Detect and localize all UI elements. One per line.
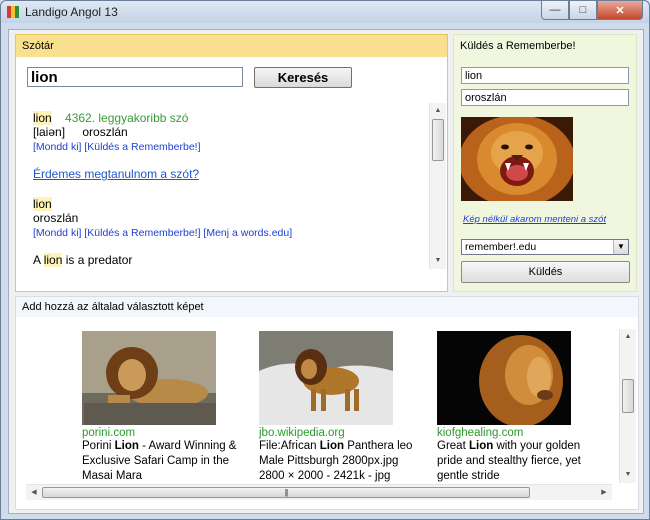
save-without-image-link[interactable]: Kép nélkül akarom menteni a szót bbox=[463, 214, 606, 225]
scroll-thumb[interactable] bbox=[432, 119, 444, 161]
lion-snow-image[interactable] bbox=[259, 331, 393, 425]
maximize-icon[interactable]: □ bbox=[569, 1, 597, 20]
learn-word-link[interactable]: Érdemes megtanulnom a szót? bbox=[33, 167, 199, 181]
window-title: Landigo Angol 13 bbox=[25, 5, 118, 19]
scroll-up-icon[interactable]: ▲ bbox=[430, 103, 446, 119]
image-card[interactable]: jbo.wikipedia.org File:African Lion Pant… bbox=[259, 331, 421, 484]
frequency-rank: 4362. leggyakoribb szó bbox=[65, 111, 189, 125]
example-sentence: A lion is a predator bbox=[33, 253, 133, 267]
scroll-down-icon[interactable]: ▼ bbox=[620, 467, 636, 483]
image-source[interactable]: kiofghealing.com bbox=[437, 427, 599, 439]
images-header: Add hozzá az általad választott képet bbox=[16, 297, 638, 317]
scroll-down-icon[interactable]: ▼ bbox=[430, 253, 446, 269]
send-button[interactable]: Küldés bbox=[461, 261, 630, 283]
image-description: Great Lion with your golden pride and st… bbox=[437, 440, 581, 482]
word-field[interactable]: lion bbox=[461, 67, 629, 84]
send-panel-header: Küldés a Rememberbe! bbox=[460, 40, 576, 52]
translation: oroszlán bbox=[82, 125, 128, 139]
image-card[interactable]: kiofghealing.com Great Lion with your go… bbox=[437, 331, 599, 484]
entry2-actions[interactable]: [Mondd ki] [Küldés a Rememberbe!] [Menj … bbox=[33, 227, 292, 239]
dictionary-scrollbar[interactable]: ▲ ▼ bbox=[429, 103, 446, 269]
chevron-down-icon[interactable]: ▼ bbox=[613, 240, 628, 254]
search-input[interactable] bbox=[27, 67, 243, 87]
lion-portrait-image[interactable] bbox=[437, 331, 571, 425]
minimize-icon[interactable]: — bbox=[541, 1, 569, 20]
image-source[interactable]: porini.com bbox=[82, 427, 244, 439]
title-bar[interactable]: Landigo Angol 13 — □ ✕ bbox=[1, 1, 649, 23]
translation-field[interactable]: oroszlán bbox=[461, 89, 629, 106]
client-area: Szótár Keresés lion 4362. leggyakoribb s… bbox=[8, 29, 644, 514]
search-button[interactable]: Keresés bbox=[254, 67, 352, 88]
entry-actions[interactable]: [Mondd ki] [Küldés a Rememberbe!] bbox=[33, 141, 201, 153]
dictionary-results: lion 4362. leggyakoribb szó [laiən] oros… bbox=[33, 111, 423, 269]
image-description: File:African Lion Panthera leo Male Pitt… bbox=[259, 440, 413, 482]
dictionary-header: Szótár bbox=[16, 35, 447, 57]
destination-select[interactable]: remember!.edu ▼ bbox=[461, 239, 629, 255]
image-card[interactable]: porini.com Porini Lion - Award Winning &… bbox=[82, 331, 244, 484]
scroll-up-icon[interactable]: ▲ bbox=[620, 329, 636, 345]
images-panel: Add hozzá az általad választott képet po… bbox=[15, 296, 639, 510]
close-icon[interactable]: ✕ bbox=[597, 1, 643, 20]
app-window: Landigo Angol 13 — □ ✕ Szótár Keresés li… bbox=[0, 0, 650, 520]
roaring-lion-image bbox=[461, 117, 573, 201]
send-panel: Küldés a Rememberbe! lion oroszlán Kép n… bbox=[453, 34, 637, 292]
entry2-translation: oroszlán bbox=[33, 211, 79, 225]
images-vertical-scrollbar[interactable]: ▲ ▼ bbox=[619, 329, 636, 483]
image-source[interactable]: jbo.wikipedia.org bbox=[259, 427, 421, 439]
scroll-right-icon[interactable]: ▶ bbox=[596, 485, 612, 501]
images-horizontal-scrollbar[interactable]: ◀ ||| ▶ bbox=[26, 484, 612, 500]
scroll-left-icon[interactable]: ◀ bbox=[26, 485, 42, 501]
entry2-word: lion bbox=[33, 197, 52, 211]
scroll-thumb[interactable]: ||| bbox=[42, 487, 530, 498]
dictionary-panel: Szótár Keresés lion 4362. leggyakoribb s… bbox=[15, 34, 448, 292]
app-logo-icon bbox=[7, 6, 19, 18]
image-description: Porini Lion - Award Winning & Exclusive … bbox=[82, 440, 237, 482]
lion-resting-image[interactable] bbox=[82, 331, 216, 425]
scroll-thumb[interactable] bbox=[622, 379, 634, 413]
entry-word: lion bbox=[33, 111, 52, 125]
phonetic: [laiən] bbox=[33, 125, 66, 139]
